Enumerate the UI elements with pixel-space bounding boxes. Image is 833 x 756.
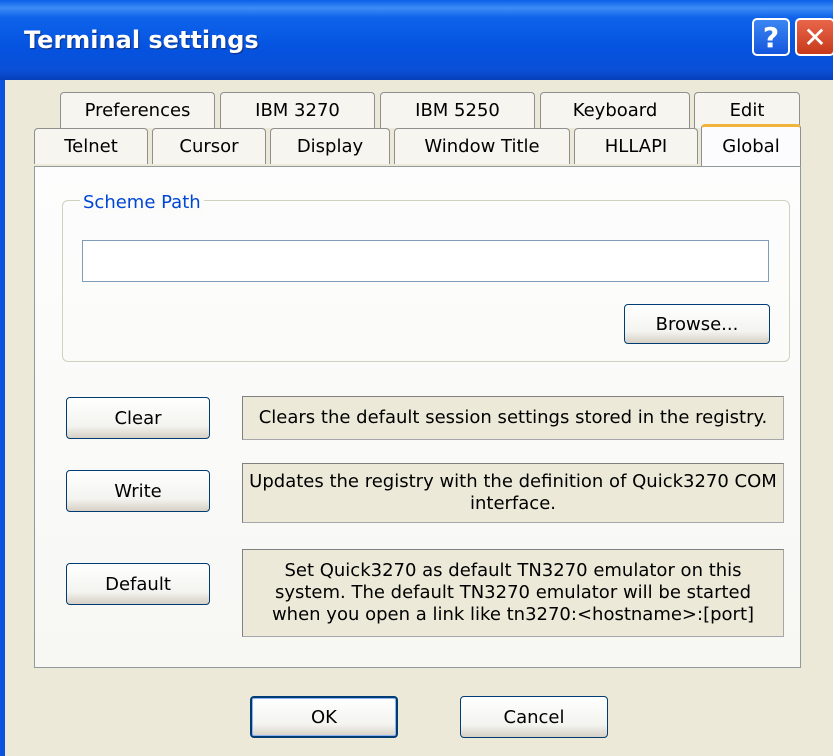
write-description: Updates the registry with the definition…	[242, 463, 784, 523]
tab-keyboard[interactable]: Keyboard	[540, 92, 690, 128]
cancel-button[interactable]: Cancel	[460, 696, 608, 738]
close-icon[interactable]: ✕	[795, 18, 833, 56]
default-description: Set Quick3270 as default TN3270 emulator…	[242, 549, 784, 637]
clear-button[interactable]: Clear	[66, 397, 210, 439]
scheme-path-input[interactable]	[82, 240, 769, 282]
tab-edit[interactable]: Edit	[694, 92, 800, 128]
help-icon[interactable]: ?	[752, 18, 790, 56]
write-button[interactable]: Write	[66, 470, 210, 512]
tab-window-title[interactable]: Window Title	[394, 128, 570, 164]
window-frame-left	[0, 80, 5, 756]
tab-hllapi[interactable]: HLLAPI	[574, 128, 698, 164]
title-bar[interactable]: Terminal settings ? ✕	[0, 0, 833, 80]
tab-display[interactable]: Display	[270, 128, 390, 164]
tab-ibm-3270[interactable]: IBM 3270	[220, 92, 375, 128]
terminal-settings-dialog: Terminal settings ? ✕ Preferences IBM 32…	[0, 0, 833, 756]
clear-description: Clears the default session settings stor…	[242, 396, 784, 440]
browse-button[interactable]: Browse...	[624, 304, 770, 344]
default-button[interactable]: Default	[66, 563, 210, 605]
scheme-path-legend: Scheme Path	[80, 192, 204, 213]
tab-global[interactable]: Global	[701, 124, 801, 166]
tab-telnet[interactable]: Telnet	[34, 128, 148, 164]
tab-preferences[interactable]: Preferences	[60, 92, 215, 128]
window-title: Terminal settings	[24, 26, 259, 54]
tab-ibm-5250[interactable]: IBM 5250	[380, 92, 535, 128]
tab-cursor[interactable]: Cursor	[152, 128, 266, 164]
ok-button[interactable]: OK	[250, 696, 398, 738]
